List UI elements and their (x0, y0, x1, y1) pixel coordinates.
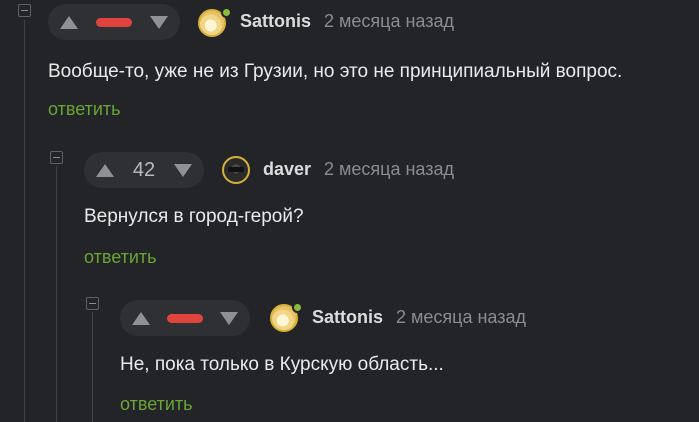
comment-timestamp: 2 месяца назад (396, 307, 526, 327)
rating-control: 42 (84, 152, 204, 188)
comment-timestamp: 2 месяца назад (324, 11, 454, 31)
comment-author[interactable]: Sattonis (240, 11, 311, 32)
upvote-arrow-icon[interactable] (96, 163, 114, 177)
sunglasses-avatar-icon[interactable] (222, 156, 250, 184)
collapse-thread-button[interactable] (50, 151, 63, 164)
rating-control (120, 300, 250, 336)
thread-line-level-1 (24, 20, 25, 422)
online-status-icon (221, 7, 232, 18)
comment-author[interactable]: Sattonis (312, 307, 383, 328)
sunglasses-icon (228, 167, 244, 172)
comment-author[interactable]: daver (263, 159, 311, 180)
comment-text: Не, пока только в Курскую область... (120, 354, 444, 375)
collapse-thread-button[interactable] (86, 297, 99, 310)
comment-text: Вернулся в город-герой? (84, 206, 304, 227)
upvote-arrow-icon[interactable] (60, 15, 78, 29)
comment-timestamp: 2 месяца назад (324, 159, 454, 179)
rating-control (48, 4, 180, 40)
downvote-arrow-icon[interactable] (150, 15, 168, 29)
reply-link[interactable]: ответить (84, 247, 157, 268)
thread-line-level-2 (56, 166, 57, 422)
rating-score: 42 (132, 158, 156, 181)
downvote-arrow-icon[interactable] (220, 311, 238, 325)
thread-line-level-3 (92, 312, 93, 422)
upvote-arrow-icon[interactable] (132, 311, 150, 325)
reply-link[interactable]: ответить (120, 394, 193, 415)
reply-link[interactable]: ответить (48, 99, 121, 120)
comment-text: Вообще-то, уже не из Грузии, но это не п… (48, 61, 623, 82)
comments-thread: Sattonis 2 месяца назад Вообще-то, уже н… (0, 0, 699, 422)
negative-rating-indicator (96, 17, 132, 27)
downvote-arrow-icon[interactable] (174, 163, 192, 177)
negative-rating-indicator (167, 313, 203, 323)
collapse-thread-button[interactable] (18, 4, 31, 17)
online-status-icon (292, 302, 303, 313)
